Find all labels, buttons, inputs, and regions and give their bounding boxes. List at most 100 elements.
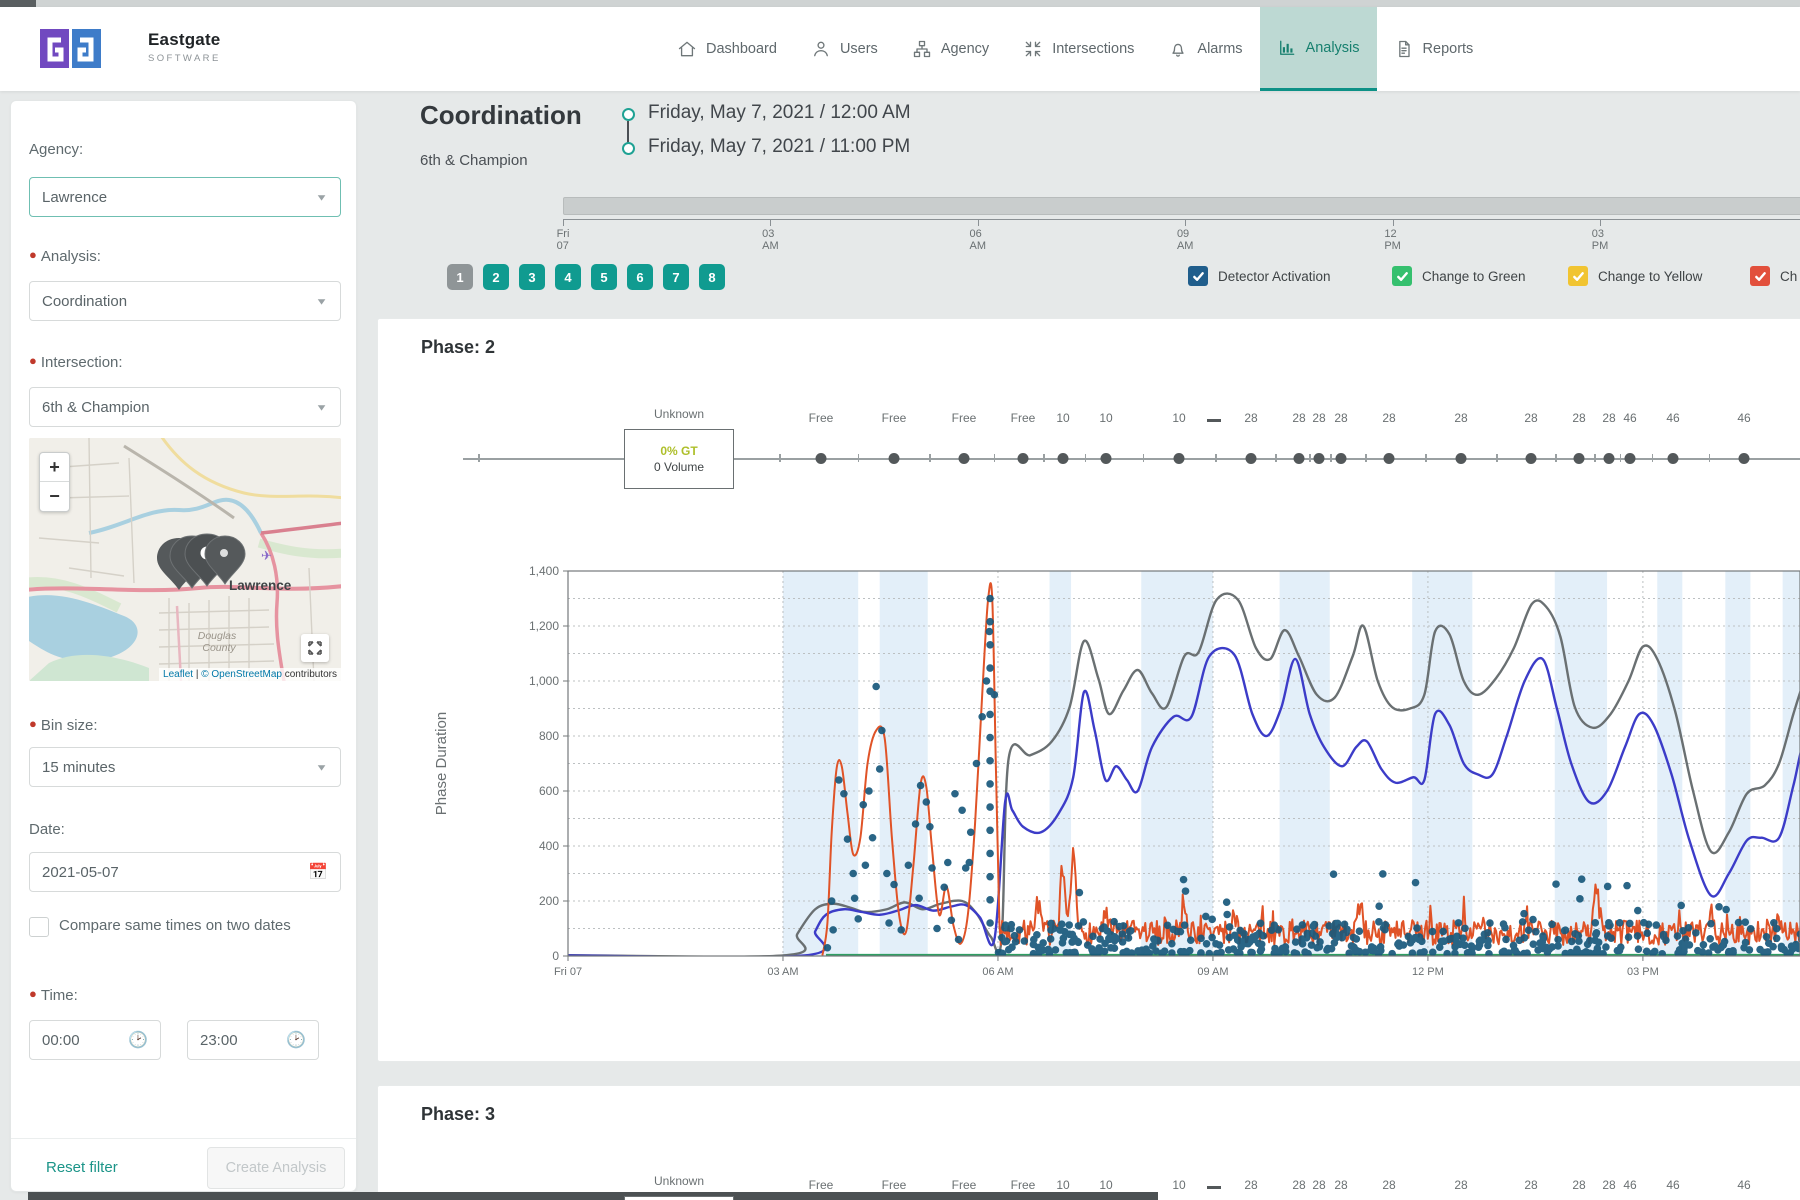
zoom-out-button[interactable]: − bbox=[40, 482, 69, 511]
scrubber-tick bbox=[770, 219, 771, 226]
intersection-select[interactable]: 6th & Champion▼ bbox=[29, 387, 341, 427]
bin-size-select[interactable]: 15 minutes▼ bbox=[29, 747, 341, 787]
pattern-label: 28 bbox=[1454, 411, 1467, 425]
legend-checkbox[interactable] bbox=[1188, 266, 1208, 286]
phase-button-2[interactable]: 2 bbox=[483, 264, 509, 290]
leaflet-link[interactable]: Leaflet bbox=[163, 669, 193, 680]
nav-intersections[interactable]: Intersections bbox=[1006, 7, 1151, 91]
time-from-input[interactable]: 00:00🕑 bbox=[29, 1020, 161, 1060]
brand-subtitle: SOFTWARE bbox=[148, 53, 221, 64]
scrubber-tick-label: 12 PM bbox=[1384, 228, 1401, 252]
compare-dates-checkbox[interactable] bbox=[29, 917, 49, 937]
pattern-label: 28 bbox=[1382, 411, 1395, 425]
phase-2-title: Phase: 2 bbox=[421, 337, 495, 358]
pattern-label: Free bbox=[882, 1178, 907, 1192]
pattern-dot bbox=[1294, 453, 1305, 464]
pattern-label: 46 bbox=[1666, 1178, 1679, 1192]
check-icon bbox=[1754, 270, 1767, 283]
pattern-dot bbox=[1336, 453, 1347, 464]
pattern-dot bbox=[1574, 453, 1585, 464]
range-end-icon bbox=[622, 142, 635, 155]
calendar-icon: 📅 bbox=[308, 862, 328, 882]
map-fullscreen-button[interactable] bbox=[301, 634, 329, 662]
pattern-tick bbox=[1215, 454, 1217, 462]
phase-button-1[interactable]: 1 bbox=[447, 264, 473, 290]
phase-button-7[interactable]: 7 bbox=[663, 264, 689, 290]
pattern-label: Free bbox=[882, 411, 907, 425]
expand-icon bbox=[308, 641, 322, 655]
legend-checkbox[interactable] bbox=[1392, 266, 1412, 286]
nav-agency[interactable]: Agency bbox=[895, 7, 1006, 91]
pattern-label: 46 bbox=[1666, 411, 1679, 425]
pattern-dot bbox=[959, 453, 970, 464]
legend-item[interactable]: Change to Green bbox=[1392, 266, 1526, 286]
nav-label: Alarms bbox=[1197, 41, 1242, 57]
nav-label: Dashboard bbox=[706, 41, 777, 57]
scrubber-axis bbox=[563, 219, 1800, 220]
pattern-label: 46 bbox=[1623, 1178, 1636, 1192]
phase-button-3[interactable]: 3 bbox=[519, 264, 545, 290]
legend-item[interactable]: Detector Activation bbox=[1188, 266, 1331, 286]
phase-button-4[interactable]: 4 bbox=[555, 264, 581, 290]
legend-item[interactable]: Change to Yellow bbox=[1568, 266, 1702, 286]
map-county-label-1: Douglas bbox=[198, 630, 237, 642]
osm-link[interactable]: © OpenStreetMap bbox=[201, 669, 282, 680]
map-county-label-2: County bbox=[202, 642, 236, 654]
reset-filter-button[interactable]: Reset filter bbox=[46, 1159, 118, 1176]
compare-dates-label: Compare same times on two dates bbox=[59, 917, 291, 934]
nav-users[interactable]: Users bbox=[794, 7, 895, 91]
pattern-label: 10 bbox=[1056, 411, 1069, 425]
nav-analysis[interactable]: Analysis bbox=[1260, 7, 1377, 91]
bell-icon bbox=[1168, 39, 1188, 59]
pattern-label: 46 bbox=[1737, 411, 1750, 425]
airport-icon: ✈ bbox=[261, 548, 272, 563]
pattern-unknown-box: 0% GT0 Volume bbox=[624, 429, 734, 489]
time-to-input[interactable]: 23:00🕑 bbox=[187, 1020, 319, 1060]
x-tick-label: 12 PM bbox=[1412, 966, 1444, 978]
chevron-down-icon: ▼ bbox=[315, 192, 328, 203]
pattern-dot bbox=[1668, 453, 1679, 464]
intersection-map[interactable]: ✈ bbox=[29, 438, 341, 681]
time-scrubber[interactable] bbox=[563, 197, 1800, 215]
pattern-label: 28 bbox=[1572, 1178, 1585, 1192]
zoom-in-button[interactable]: + bbox=[40, 453, 69, 482]
pattern-tick bbox=[1620, 454, 1622, 462]
required-asterisk: ● bbox=[29, 986, 37, 1001]
nav-label: Analysis bbox=[1306, 40, 1360, 56]
eastgate-logo[interactable]: Eastgate SOFTWARE bbox=[40, 27, 300, 73]
legend-checkbox[interactable] bbox=[1568, 266, 1588, 286]
analysis-select[interactable]: Coordination▼ bbox=[29, 281, 341, 321]
pattern-tick bbox=[1652, 454, 1654, 462]
check-icon bbox=[1396, 270, 1409, 283]
main-nav: Dashboard UsersAgencyIntersections Alarms A… bbox=[660, 7, 1490, 91]
pattern-box-title: Unknown bbox=[654, 407, 704, 421]
pattern-tick bbox=[1365, 454, 1367, 462]
pattern-tick bbox=[779, 454, 781, 462]
pattern-tick bbox=[1555, 454, 1557, 462]
chart-icon bbox=[1277, 38, 1297, 58]
nav-alarms[interactable]: Alarms bbox=[1151, 7, 1259, 91]
phase-button-5[interactable]: 5 bbox=[591, 264, 617, 290]
pattern-label: Free bbox=[809, 1178, 834, 1192]
phase-button-6[interactable]: 6 bbox=[627, 264, 653, 290]
create-analysis-button[interactable]: Create Analysis bbox=[207, 1147, 345, 1189]
pattern-label: 28 bbox=[1292, 1178, 1305, 1192]
pattern-tick bbox=[1709, 454, 1711, 462]
pattern-label: 28 bbox=[1244, 1178, 1257, 1192]
nav-dashboard[interactable]: Dashboard bbox=[660, 7, 794, 91]
range-start-icon bbox=[622, 108, 635, 121]
legend-item[interactable]: Ch bbox=[1750, 266, 1797, 286]
legend-checkbox[interactable] bbox=[1750, 266, 1770, 286]
nav-reports[interactable]: Reports bbox=[1377, 7, 1491, 91]
date-input[interactable]: 2021-05-07📅 bbox=[29, 852, 341, 892]
range-end-text: Friday, May 7, 2021 / 11:00 PM bbox=[648, 136, 910, 158]
pattern-label: 28 bbox=[1454, 1178, 1467, 1192]
pattern-dot bbox=[1384, 453, 1395, 464]
pattern-label: 28 bbox=[1334, 1178, 1347, 1192]
pattern-box-title: Unknown bbox=[654, 1174, 704, 1188]
agency-select[interactable]: Lawrence▼ bbox=[29, 177, 341, 217]
pattern-label: 46 bbox=[1737, 1178, 1750, 1192]
phase-button-8[interactable]: 8 bbox=[699, 264, 725, 290]
check-icon bbox=[1572, 270, 1585, 283]
pattern-dot bbox=[1314, 453, 1325, 464]
